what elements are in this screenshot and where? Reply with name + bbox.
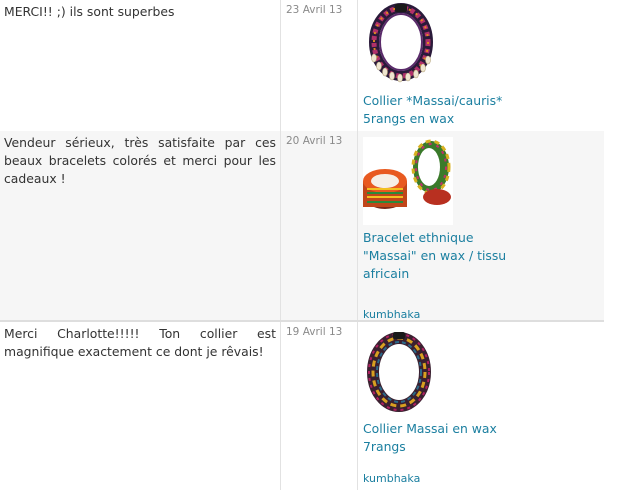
product-cell: Bracelet ethnique "Massai" en wax / tiss… [358,131,604,321]
necklace-photo[interactable] [363,326,443,416]
feedback-comment: Vendeur sérieux, très satisfaite par ces… [0,131,281,320]
product-cell: Collier Massai en wax 7rangs kumbhaka [358,322,604,490]
feedback-row: Merci Charlotte!!!!! Ton collier est mag… [0,322,604,490]
product-title-link[interactable]: Bracelet ethnique "Massai" en wax / tiss… [363,229,513,283]
feedback-date: 20 Avril 13 [281,131,358,320]
product-cell: Collier *Massai/cauris* 5rangs en wax [358,0,604,131]
feedback-table: MERCI!! ;) ils sont superbes 23 Avril 13 [0,0,604,490]
product-title-link[interactable]: Collier Massai en wax 7rangs [363,420,513,456]
feedback-row: Vendeur sérieux, très satisfaite par ces… [0,131,604,322]
feedback-row: MERCI!! ;) ils sont superbes 23 Avril 13 [0,0,604,132]
bracelets-photo[interactable] [363,137,453,225]
feedback-comment: MERCI!! ;) ils sont superbes [0,0,281,131]
feedback-date: 19 Avril 13 [281,322,358,490]
product-title-link[interactable]: Collier *Massai/cauris* 5rangs en wax [363,92,513,128]
shop-link[interactable]: kumbhaka [363,308,420,321]
feedback-date: 23 Avril 13 [281,0,358,131]
feedback-comment: Merci Charlotte!!!!! Ton collier est mag… [0,322,281,490]
necklace-cowrie-photo[interactable] [363,0,443,90]
shop-link[interactable]: kumbhaka [363,472,420,485]
